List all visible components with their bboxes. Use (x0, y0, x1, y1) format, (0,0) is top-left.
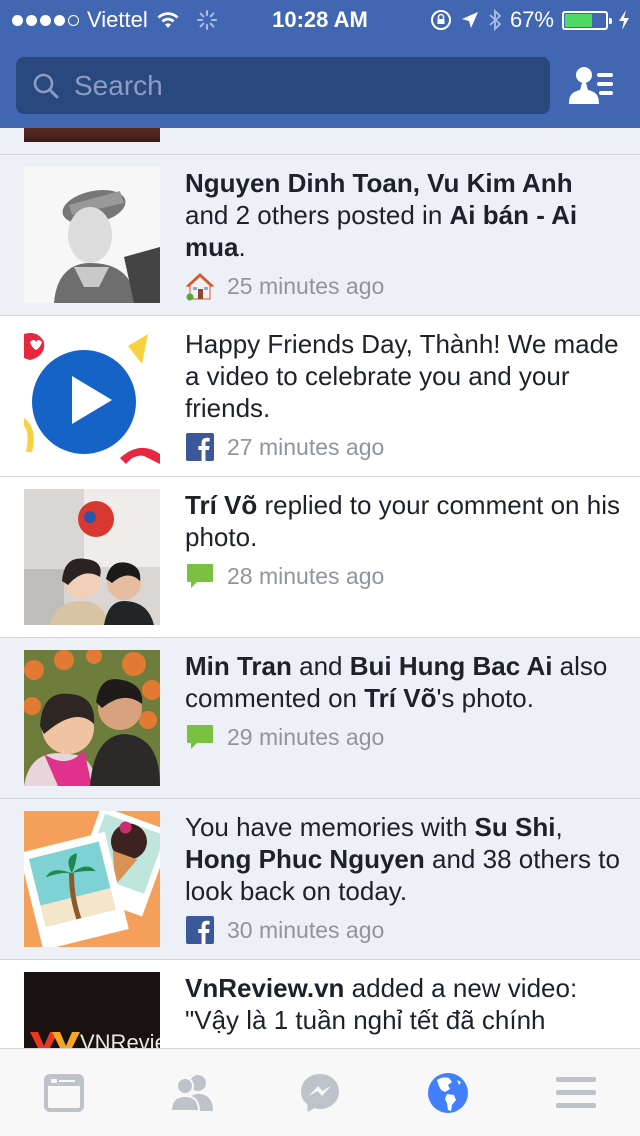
group-house-icon (185, 271, 215, 301)
notification-time: 30 minutes ago (227, 916, 385, 943)
list-item-partial[interactable] (0, 128, 640, 155)
notification-thumbnail (24, 167, 160, 303)
status-bar: Viettel 10:28 AM 67% (0, 0, 640, 40)
facebook-icon (185, 432, 215, 462)
notification-item[interactable]: VNReview VnReview.vn added a new video: … (0, 960, 640, 1048)
bold-name[interactable]: Su Shi (475, 812, 556, 842)
battery-icon (562, 10, 612, 30)
notification-item[interactable]: You have memories with Su Shi, Hong Phuc… (0, 799, 640, 960)
text-segment: You have memories with (185, 812, 475, 842)
bold-name[interactable]: Trí Võ (185, 490, 257, 520)
bottom-tab-bar (0, 1048, 640, 1136)
friend-requests-icon (569, 67, 613, 104)
notification-text: Trí Võ replied to your comment on his ph… (185, 489, 620, 553)
notification-time: 27 minutes ago (227, 433, 385, 460)
top-header: Viettel 10:28 AM 67% Search (0, 0, 640, 128)
notifications-list[interactable]: Nguyen Dinh Toan, Vu Kim Anh and 2 other… (0, 128, 640, 1048)
thumbnail-partial (24, 128, 160, 142)
rotation-lock-icon (430, 10, 451, 30)
tab-notifications[interactable] (384, 1049, 512, 1136)
text-segment: . (238, 232, 246, 262)
notification-text: Happy Friends Day, Thành! We made a vide… (185, 328, 620, 424)
text-segment: Happy Friends Day, Thành! We made a vide… (185, 329, 619, 423)
bold-name[interactable]: Hong Phuc Nguyen (185, 844, 425, 874)
comment-icon (185, 561, 215, 591)
notification-time: 25 minutes ago (227, 272, 385, 299)
notification-item[interactable]: Min Tran and Bui Hung Bac Ai also commen… (0, 638, 640, 799)
notification-thumbnail (24, 489, 160, 625)
notification-thumbnail (24, 811, 160, 947)
search-bar[interactable] (16, 57, 550, 114)
notification-text: Min Tran and Bui Hung Bac Ai also commen… (185, 650, 620, 714)
text-segment: and 2 others posted in (185, 200, 450, 230)
tab-messenger[interactable] (256, 1049, 384, 1136)
notification-thumbnail: VNReview (24, 972, 160, 1048)
notification-text: Nguyen Dinh Toan, Vu Kim Anh and 2 other… (185, 167, 620, 263)
tab-more[interactable] (512, 1049, 640, 1136)
notification-item[interactable]: Nguyen Dinh Toan, Vu Kim Anh and 2 other… (0, 155, 640, 316)
battery-percent: 67% (509, 7, 554, 32)
notification-thumbnail (24, 650, 160, 786)
notification-item[interactable]: Trí Võ replied to your comment on his ph… (0, 477, 640, 638)
bold-name[interactable]: Bui Hung Bac Ai (350, 651, 553, 681)
text-segment: 's photo. (436, 683, 534, 713)
news-feed-icon (44, 1073, 84, 1112)
thumbnail-logo-text: VNReview (80, 1030, 160, 1048)
text-segment: , (555, 812, 563, 842)
comment-icon (185, 722, 215, 752)
notification-thumbnail (24, 328, 160, 464)
tab-news-feed[interactable] (0, 1049, 128, 1136)
messenger-icon (301, 1073, 339, 1112)
bold-name[interactable]: Trí Võ (364, 683, 436, 713)
friend-requests-button[interactable] (568, 64, 618, 108)
location-arrow-icon (461, 12, 478, 28)
notification-time: 28 minutes ago (227, 562, 385, 589)
facebook-icon (185, 915, 215, 945)
search-icon (33, 73, 59, 98)
notification-text: You have memories with Su Shi, Hong Phuc… (185, 811, 620, 907)
charging-bolt-icon (619, 10, 629, 30)
bold-name[interactable]: VnReview.vn (185, 973, 344, 1003)
notification-text: VnReview.vn added a new video: "Vậy là 1… (185, 972, 620, 1036)
search-input[interactable] (74, 69, 534, 102)
notification-item[interactable]: Happy Friends Day, Thành! We made a vide… (0, 316, 640, 477)
text-segment: and (291, 651, 350, 681)
friends-icon (169, 1074, 213, 1112)
globe-icon (428, 1072, 468, 1113)
bold-name[interactable]: Min Tran (185, 651, 292, 681)
bluetooth-icon (489, 8, 502, 32)
notification-time: 29 minutes ago (227, 723, 385, 750)
bold-name[interactable]: Nguyen Dinh Toan, Vu Kim Anh (185, 168, 573, 198)
tab-friend-requests[interactable] (128, 1049, 256, 1136)
menu-icon (556, 1076, 596, 1108)
